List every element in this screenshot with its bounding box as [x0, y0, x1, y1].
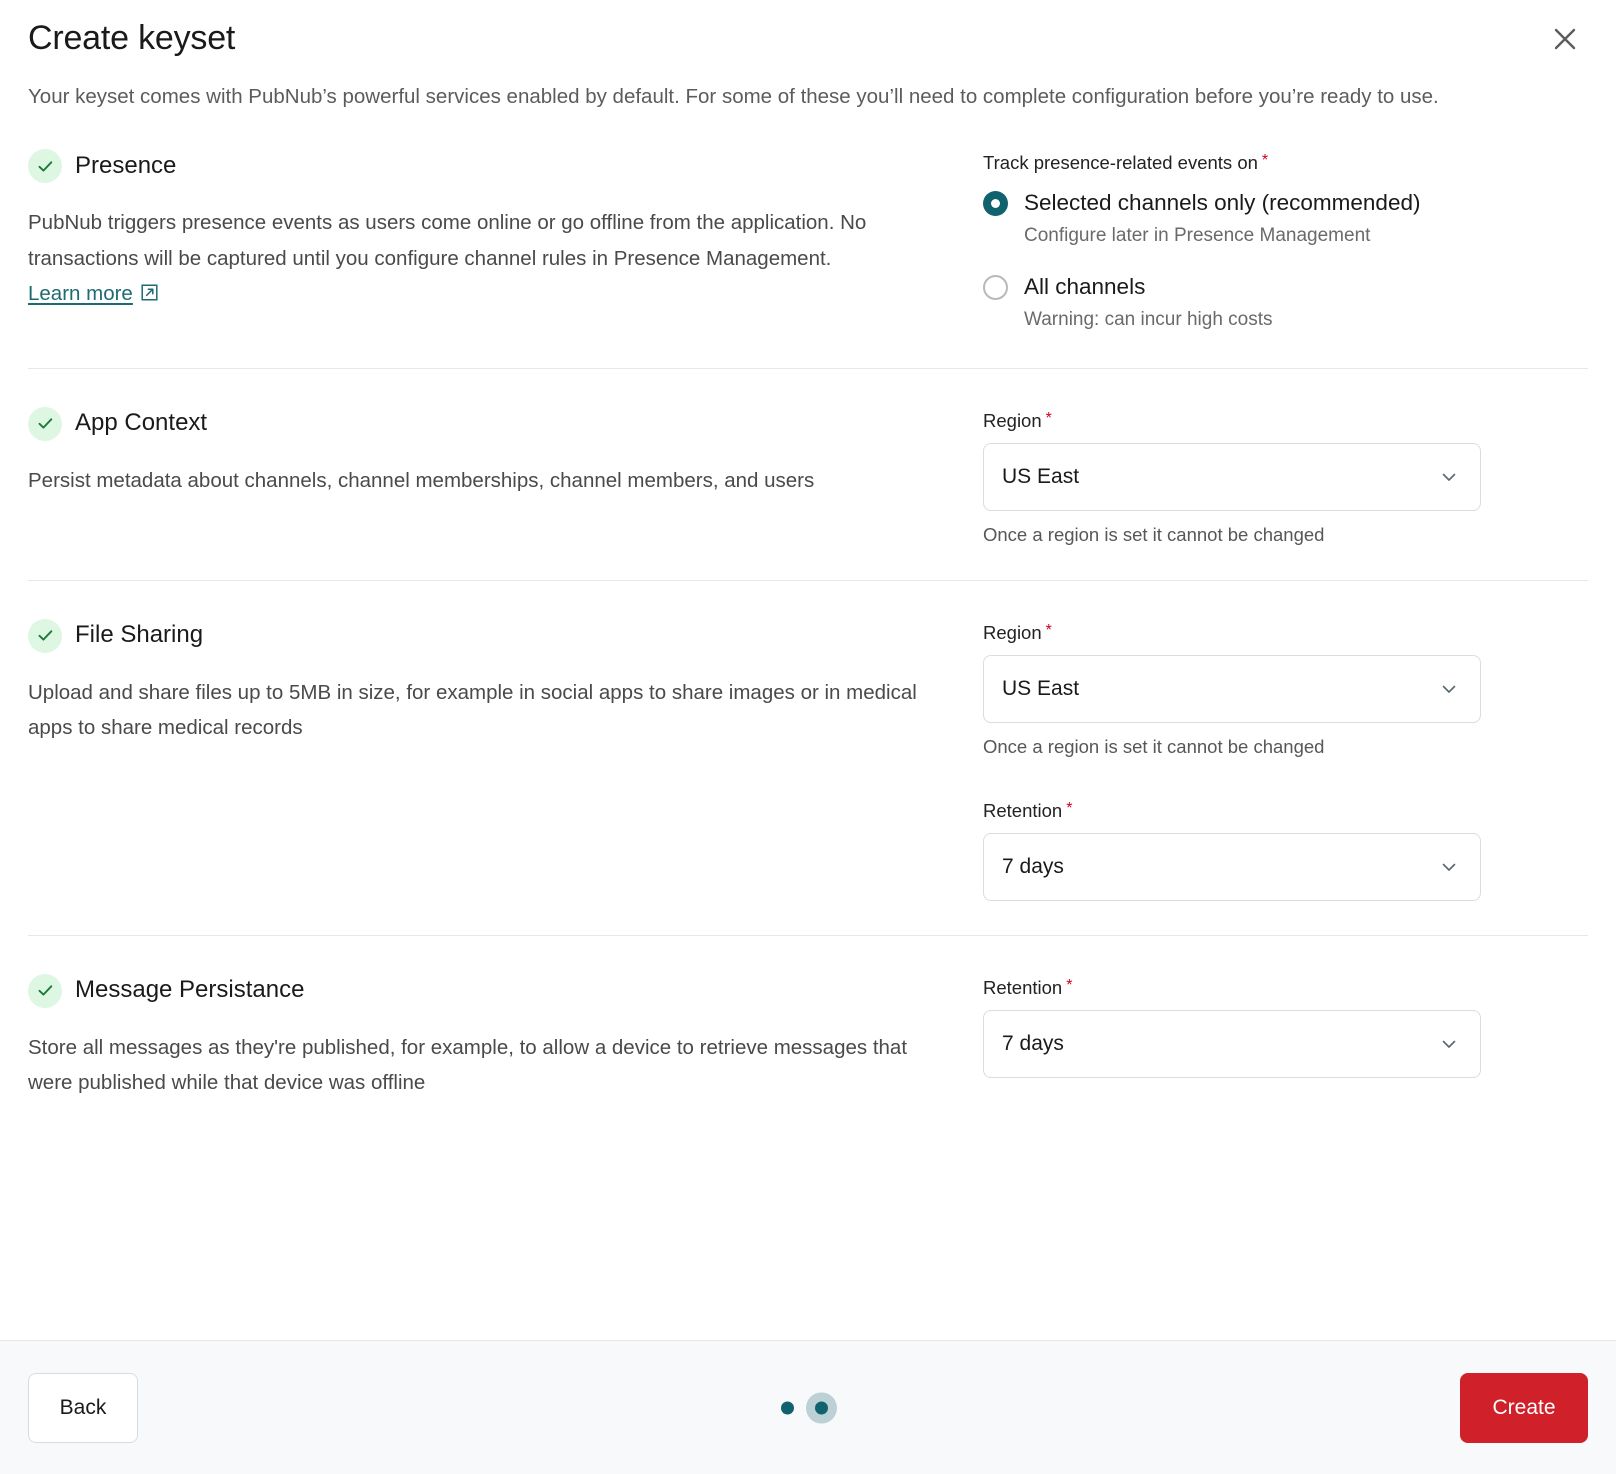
radio-sublabel: Warning: can incur high costs: [1024, 309, 1273, 331]
chevron-down-icon: [1438, 856, 1460, 878]
radio-label: All channels: [1024, 274, 1146, 300]
radio-row[interactable]: All channels: [983, 274, 1588, 300]
service-description: Store all messages as they're published,…: [28, 1035, 908, 1094]
section-message-persistance: Message Persistance Store all messages a…: [28, 934, 1588, 1155]
pagination-dot-2[interactable]: [815, 1401, 828, 1414]
service-header-presence: Presence: [28, 149, 943, 184]
required-marker: *: [1261, 152, 1269, 170]
field-hint: Once a region is set it cannot be change…: [983, 523, 1325, 545]
section-presence-left: Presence PubNub triggers presence events…: [28, 149, 983, 333]
retention-select-value: 7 days: [1002, 1031, 1064, 1055]
region-select[interactable]: US East: [983, 654, 1481, 723]
radio-group-label: Track presence-related events on *: [983, 152, 1588, 174]
service-header-app-context: App Context: [28, 406, 943, 441]
section-app-context-left: App Context Persist metadata about chann…: [28, 406, 983, 546]
region-select-value: US East: [1002, 464, 1080, 488]
section-message-persistance-right: Retention * 7 days: [983, 974, 1588, 1121]
section-file-sharing-left: File Sharing Upload and share files up t…: [28, 618, 983, 901]
section-presence: Presence PubNub triggers presence events…: [28, 113, 1588, 367]
field-retention: Retention * 7 days: [983, 800, 1588, 901]
field-label-text: Region: [983, 409, 1042, 431]
field-label: Retention *: [983, 977, 1588, 999]
radio-button-all-channels[interactable]: [983, 274, 1008, 300]
field-label: Region *: [983, 410, 1588, 432]
field-hint: Once a region is set it cannot be change…: [983, 735, 1325, 757]
close-icon: [1552, 26, 1578, 52]
close-button[interactable]: [1548, 22, 1582, 56]
service-description: PubNub triggers presence events as users…: [28, 205, 933, 313]
field-label: Region *: [983, 622, 1588, 644]
section-file-sharing: File Sharing Upload and share files up t…: [28, 579, 1588, 935]
field-retention: Retention * 7 days: [983, 977, 1588, 1078]
required-marker: *: [1066, 799, 1073, 817]
field-region: Region * US East Once a region is set it…: [983, 410, 1588, 546]
page-title: Create keyset: [28, 19, 236, 57]
radio-sublabel: Configure later in Presence Management: [1024, 225, 1371, 247]
check-icon: [28, 406, 62, 441]
learn-more-link[interactable]: Learn more: [28, 282, 133, 305]
modal-body: Create keyset Your keyset comes with Pub…: [0, 0, 1616, 1340]
chevron-down-icon: [1438, 466, 1460, 488]
check-icon: [28, 973, 62, 1008]
pagination-dot-1[interactable]: [781, 1401, 794, 1414]
chevron-down-icon: [1438, 1033, 1460, 1055]
required-marker: *: [1045, 409, 1052, 427]
radio-option-all-channels[interactable]: All channels Warning: can incur high cos…: [983, 274, 1588, 331]
check-icon: [28, 618, 62, 653]
service-name: Message Persistance: [75, 976, 305, 1004]
chevron-down-icon: [1438, 678, 1460, 700]
service-name: App Context: [75, 409, 208, 437]
service-header-file-sharing: File Sharing: [28, 618, 943, 653]
required-marker: *: [1066, 976, 1073, 994]
create-button[interactable]: Create: [1460, 1372, 1588, 1443]
track-events-radio-group: Selected channels only (recommended) Con…: [983, 190, 1588, 331]
section-presence-right: Track presence-related events on * Selec…: [983, 149, 1588, 333]
modal-subtitle: Your keyset comes with PubNub’s powerful…: [28, 85, 1439, 109]
retention-select[interactable]: 7 days: [983, 1009, 1481, 1078]
service-description: Persist metadata about channels, channel…: [28, 468, 815, 492]
service-name: File Sharing: [75, 621, 204, 649]
service-description-text: PubNub triggers presence events as users…: [28, 211, 867, 270]
service-name: Presence: [75, 151, 177, 179]
modal-footer: Back Create: [0, 1340, 1616, 1474]
modal-header: Create keyset: [28, 0, 1588, 60]
pagination-dots: [781, 1401, 835, 1414]
radio-label: Selected channels only (recommended): [1024, 190, 1421, 216]
section-app-context: App Context Persist metadata about chann…: [28, 367, 1588, 580]
radio-button-selected-channels[interactable]: [983, 190, 1008, 216]
radio-row[interactable]: Selected channels only (recommended): [983, 190, 1588, 216]
field-label-text: Retention: [983, 799, 1063, 821]
check-icon: [28, 149, 62, 184]
create-keyset-modal: Create keyset Your keyset comes with Pub…: [0, 0, 1616, 1474]
field-label: Retention *: [983, 800, 1588, 822]
external-link-icon[interactable]: [140, 278, 159, 313]
radio-option-selected-channels[interactable]: Selected channels only (recommended) Con…: [983, 190, 1588, 247]
retention-select-value: 7 days: [1002, 854, 1064, 878]
region-select[interactable]: US East: [983, 442, 1481, 511]
radio-group-label-text: Track presence-related events on: [983, 152, 1258, 174]
field-label-text: Retention: [983, 976, 1063, 998]
back-button[interactable]: Back: [28, 1372, 138, 1443]
retention-select[interactable]: 7 days: [983, 832, 1481, 901]
section-message-persistance-left: Message Persistance Store all messages a…: [28, 973, 983, 1121]
section-app-context-right: Region * US East Once a region is set it…: [983, 407, 1588, 546]
region-select-value: US East: [1002, 676, 1080, 700]
field-region: Region * US East Once a region is set it…: [983, 622, 1588, 758]
section-file-sharing-right: Region * US East Once a region is set it…: [983, 619, 1588, 901]
required-marker: *: [1045, 621, 1052, 639]
service-header-message-persistance: Message Persistance: [28, 973, 943, 1008]
field-label-text: Region: [983, 621, 1042, 643]
service-description: Upload and share files up to 5MB in size…: [28, 680, 917, 739]
